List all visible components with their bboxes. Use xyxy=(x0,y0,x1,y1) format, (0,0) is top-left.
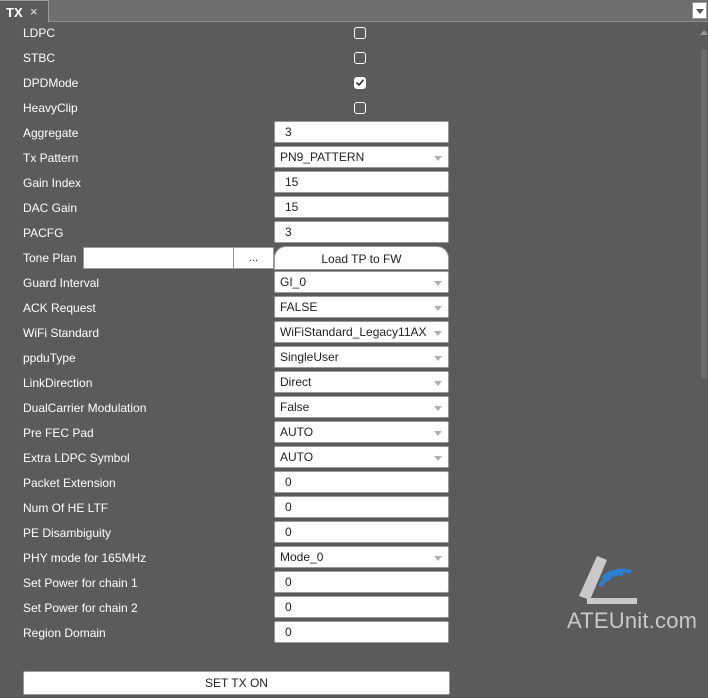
pe-disambiguity-input[interactable]: 0 xyxy=(274,521,449,543)
power-chain2-label: Set Power for chain 2 xyxy=(23,601,138,615)
ldpc-checkbox[interactable] xyxy=(354,27,366,39)
gain-index-label: Gain Index xyxy=(23,176,82,190)
dual-carrier-label: DualCarrier Modulation xyxy=(23,401,147,415)
ack-request-value: FALSE xyxy=(280,300,318,314)
aggregate-input[interactable]: 3 xyxy=(274,121,449,143)
phy-mode-165-label: PHY mode for 165MHz xyxy=(23,551,147,565)
ldpc-label: LDPC xyxy=(23,26,56,40)
dpdmode-label: DPDMode xyxy=(23,76,79,90)
ppdu-type-select[interactable]: SingleUser xyxy=(274,346,449,368)
ack-request-select[interactable]: FALSE xyxy=(274,296,449,318)
set-tx-on-button[interactable]: SET TX ON xyxy=(23,671,450,695)
dac-gain-label: DAC Gain xyxy=(23,201,78,215)
pe-disambiguity-label: PE Disambiguity xyxy=(23,526,112,540)
extra-ldpc-value: AUTO xyxy=(280,450,314,464)
wifi-standard-select[interactable]: WiFiStandard_Legacy11AX xyxy=(274,321,449,343)
pre-fec-pad-label: Pre FEC Pad xyxy=(23,426,94,440)
scrollbar-thumb[interactable] xyxy=(701,49,707,379)
tx-pattern-value: PN9_PATTERN xyxy=(280,150,365,164)
close-icon[interactable]: × xyxy=(30,4,38,19)
dropdown-caret-icon xyxy=(434,331,442,336)
pre-fec-pad-value: AUTO xyxy=(280,425,314,439)
pacfg-label: PACFG xyxy=(23,226,64,240)
wifi-standard-value: WiFiStandard_Legacy11AX xyxy=(280,325,427,339)
region-domain-input[interactable]: 0 xyxy=(274,621,449,643)
chevron-down-icon xyxy=(696,9,704,14)
power-chain2-input[interactable]: 0 xyxy=(274,596,449,618)
ppdu-type-label: ppduType xyxy=(23,351,76,365)
dropdown-caret-icon xyxy=(434,156,442,161)
heavyclip-checkbox[interactable] xyxy=(354,102,366,114)
dropdown-caret-icon xyxy=(434,281,442,286)
ppdu-type-value: SingleUser xyxy=(280,350,339,364)
dropdown-caret-icon xyxy=(434,431,442,436)
power-chain1-input[interactable]: 0 xyxy=(274,571,449,593)
tab-list-dropdown-button[interactable] xyxy=(692,2,707,19)
power-chain1-label: Set Power for chain 1 xyxy=(23,576,138,590)
dropdown-caret-icon xyxy=(434,406,442,411)
dropdown-caret-icon xyxy=(434,306,442,311)
dropdown-caret-icon xyxy=(434,556,442,561)
num-he-ltf-input[interactable]: 0 xyxy=(274,496,449,518)
wifi-antenna-logo-icon xyxy=(579,556,637,604)
watermark-logo: ATEUnit.com xyxy=(567,556,707,636)
tab-tx[interactable]: TX × xyxy=(0,0,49,22)
checkmark-icon xyxy=(356,79,364,86)
extra-ldpc-label: Extra LDPC Symbol xyxy=(23,451,130,465)
link-direction-select[interactable]: Direct xyxy=(274,371,449,393)
tone-plan-label: Tone Plan xyxy=(23,251,77,265)
dropdown-caret-icon xyxy=(434,381,442,386)
packet-extension-label: Packet Extension xyxy=(23,476,116,490)
tx-pattern-select[interactable]: PN9_PATTERN xyxy=(274,146,449,168)
region-domain-label: Region Domain xyxy=(23,626,106,640)
link-direction-value: Direct xyxy=(280,375,312,389)
tab-title: TX xyxy=(6,5,23,20)
link-direction-label: LinkDirection xyxy=(23,376,93,390)
watermark-text: ATEUnit.com xyxy=(567,608,698,633)
pre-fec-pad-select[interactable]: AUTO xyxy=(274,421,449,443)
phy-mode-165-select[interactable]: Mode_0 xyxy=(274,546,449,568)
dpdmode-checkbox[interactable] xyxy=(354,77,366,89)
extra-ldpc-select[interactable]: AUTO xyxy=(274,446,449,468)
guard-interval-label: Guard Interval xyxy=(23,276,100,290)
scroll-up-icon[interactable] xyxy=(700,29,708,37)
wifi-standard-label: WiFi Standard xyxy=(23,326,100,340)
stbc-checkbox[interactable] xyxy=(354,52,366,64)
tone-plan-path-input[interactable] xyxy=(83,247,234,269)
dropdown-caret-icon xyxy=(434,356,442,361)
tone-plan-browse-button[interactable]: ... xyxy=(233,247,274,269)
aggregate-label: Aggregate xyxy=(23,126,79,140)
gain-index-input[interactable]: 15 xyxy=(274,171,449,193)
dual-carrier-value: False xyxy=(280,400,310,414)
pacfg-input[interactable]: 3 xyxy=(274,221,449,243)
ack-request-label: ACK Request xyxy=(23,301,96,315)
num-he-ltf-label: Num Of HE LTF xyxy=(23,501,109,515)
phy-mode-165-value: Mode_0 xyxy=(280,550,324,564)
dual-carrier-select[interactable]: False xyxy=(274,396,449,418)
dac-gain-input[interactable]: 15 xyxy=(274,196,449,218)
heavyclip-label: HeavyClip xyxy=(23,101,78,115)
guard-interval-select[interactable]: GI_0 xyxy=(274,271,449,293)
stbc-label: STBC xyxy=(23,51,56,65)
tx-pattern-label: Tx Pattern xyxy=(23,151,79,165)
packet-extension-input[interactable]: 0 xyxy=(274,471,449,493)
tab-bar: TX × xyxy=(0,0,708,22)
guard-interval-value: GI_0 xyxy=(280,275,307,289)
dropdown-caret-icon xyxy=(434,456,442,461)
load-tp-to-fw-button[interactable]: Load TP to FW xyxy=(274,246,449,270)
